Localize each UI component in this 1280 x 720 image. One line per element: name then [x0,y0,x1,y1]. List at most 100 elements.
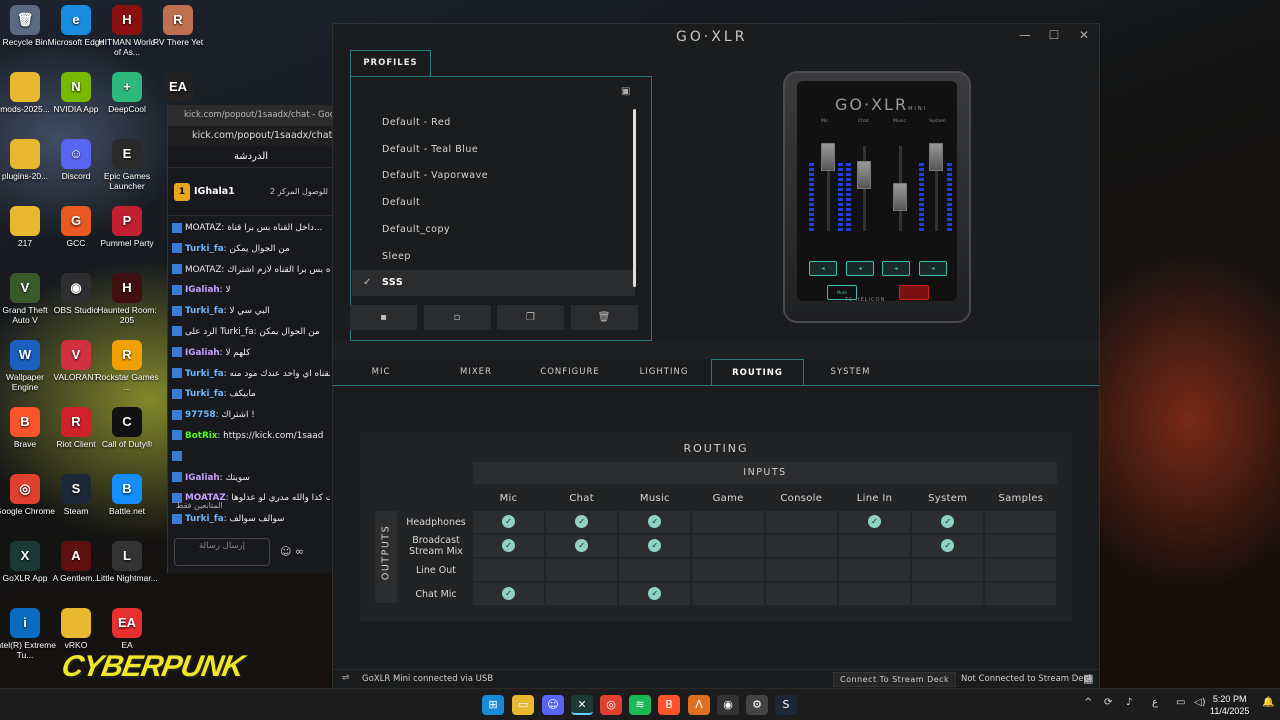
chat-username[interactable]: Turki_fa [185,514,224,524]
routing-cell[interactable] [765,535,837,557]
routing-cell[interactable]: ✓ [473,583,544,605]
file-explorer-icon[interactable]: ▭ [512,695,534,715]
routing-cell[interactable]: ✓ [912,535,984,557]
tab-lighting[interactable]: LIGHTING [618,359,710,386]
tab-system[interactable]: SYSTEM [803,359,898,386]
level-meter [809,161,814,231]
profile-item[interactable]: Default - Teal Blue [352,137,635,163]
tab-routing[interactable]: ROUTING [711,359,804,386]
language-indicator[interactable]: ع [1152,697,1158,708]
discord-taskbar-icon[interactable]: ☺ [542,695,564,715]
profile-item[interactable]: ✓ SSS [352,270,635,297]
volume-icon[interactable]: ◁) [1194,697,1206,708]
routing-cell[interactable]: ✓ [473,511,544,533]
routing-cell[interactable] [765,511,837,533]
chat-username[interactable]: IGaliah [185,473,220,483]
connect-stream-deck-button[interactable]: Connect To Stream Deck [833,672,957,687]
clock[interactable]: 5:20 PM 11/4/2025 [1210,693,1249,717]
grid-icon[interactable]: ▦ [1083,672,1093,685]
profile-item[interactable]: Default - Red [352,110,635,136]
browser-url-bar[interactable]: kick.com/popout/1saadx/chat [168,126,334,146]
level-meter [838,161,843,231]
routing-cell[interactable] [546,583,618,605]
tab-configure[interactable]: CONFIGURE [523,359,617,386]
chat-username[interactable]: BotRix [185,431,217,441]
tab-mic[interactable]: MIC [333,359,429,386]
spotify-taskbar-icon[interactable]: ≋ [629,695,651,715]
obs-taskbar-icon[interactable]: ◉ [717,695,739,715]
routing-cell[interactable] [839,559,910,581]
notification-icon[interactable]: 🔔 [1262,697,1274,708]
routing-cell[interactable] [985,559,1057,581]
routing-cell[interactable]: ✓ [619,535,691,557]
routing-cell[interactable] [912,583,984,605]
emoji-icon[interactable]: ☺ ∞ [280,545,304,558]
profile-scrollbar[interactable] [633,109,636,287]
routing-cell[interactable] [839,583,910,605]
routing-cell[interactable] [692,511,764,533]
tray-sync-icon[interactable]: ⟳ [1104,697,1112,708]
close-icon[interactable]: ✕ [1074,28,1094,46]
chat-input[interactable]: إرسال رسالة [174,538,270,566]
delete-profile-button[interactable]: 🗑 [570,305,638,330]
save-profile-button[interactable]: ▪ [350,305,417,330]
chat-username[interactable]: Turki_fa [185,306,224,316]
routing-cell[interactable]: ✓ [473,535,544,557]
start-icon[interactable]: ⊞ [482,695,504,715]
chat-username[interactable]: Turki_fa [185,369,224,379]
steam-taskbar-icon[interactable]: S [775,695,797,715]
chat-username[interactable]: IGaliah [185,348,220,358]
routing-cell[interactable] [985,511,1057,533]
goxlr-taskbar-icon[interactable]: ✕ [571,695,593,715]
desktop-shortcut[interactable]: B Battle.net [95,474,159,517]
open-folder-icon[interactable]: ▣ [621,86,630,97]
routing-cell[interactable]: ✓ [546,511,618,533]
profile-item[interactable]: Sleep [352,244,635,270]
desktop-shortcut[interactable]: R RV There Yet [146,5,210,48]
desktop-shortcut[interactable]: H Haunted Room: 205 [95,273,159,325]
tray-chevron-icon[interactable]: ^ [1084,697,1092,708]
routing-cell[interactable]: ✓ [839,511,910,533]
routing-cell[interactable] [912,559,984,581]
maximize-icon[interactable]: ☐ [1044,28,1064,46]
desktop-shortcut[interactable]: L Little Nightmar... [95,541,159,584]
app-taskbar-icon[interactable]: Λ [688,695,710,715]
chrome-taskbar-icon[interactable]: ◎ [600,695,622,715]
desktop-shortcut[interactable]: P Pummel Party [95,206,159,249]
chat-username[interactable]: Turki_fa [185,244,224,254]
routing-cell[interactable]: ✓ [619,583,691,605]
profile-item[interactable]: Default_copy [352,217,635,243]
minimize-icon[interactable]: — [1015,28,1035,46]
profile-item[interactable]: Default [352,190,635,216]
routing-cell[interactable] [765,559,837,581]
routing-cell[interactable] [619,559,691,581]
routing-cell[interactable]: ✓ [912,511,984,533]
routing-cell[interactable] [692,559,764,581]
microphone-icon[interactable]: ♪ [1126,697,1132,708]
routing-cell[interactable] [546,559,618,581]
network-icon[interactable]: ▭ [1176,697,1185,708]
copy-profile-button[interactable]: ❐ [497,305,564,330]
profile-item[interactable]: Default - Vaporwave [352,163,635,189]
routing-cell[interactable] [985,583,1057,605]
chat-username[interactable]: 97758 [185,410,216,420]
desktop-shortcut[interactable]: R Rockstar Games ... [95,340,159,392]
routing-cell[interactable] [765,583,837,605]
routing-cell[interactable] [473,559,544,581]
desktop-shortcut[interactable]: E Epic Games Launcher [95,139,159,191]
tab-mixer[interactable]: MIXER [430,359,522,386]
routing-cell[interactable] [692,583,764,605]
brave-taskbar-icon[interactable]: B [658,695,680,715]
routing-cell[interactable] [692,535,764,557]
new-profile-button[interactable]: ▫ [423,305,491,330]
chat-username[interactable]: IGaliah [185,285,220,295]
desktop-shortcut[interactable]: EA EA [95,608,159,651]
app2-taskbar-icon[interactable]: ⚙ [746,695,768,715]
desktop-shortcut[interactable]: C Call of Duty® [95,407,159,450]
routing-cell[interactable] [985,535,1057,557]
chat-username[interactable]: Turki_fa [185,389,224,399]
profiles-tab[interactable]: PROFILES [350,50,431,76]
routing-cell[interactable]: ✓ [546,535,618,557]
routing-cell[interactable] [839,535,910,557]
routing-cell[interactable]: ✓ [619,511,691,533]
